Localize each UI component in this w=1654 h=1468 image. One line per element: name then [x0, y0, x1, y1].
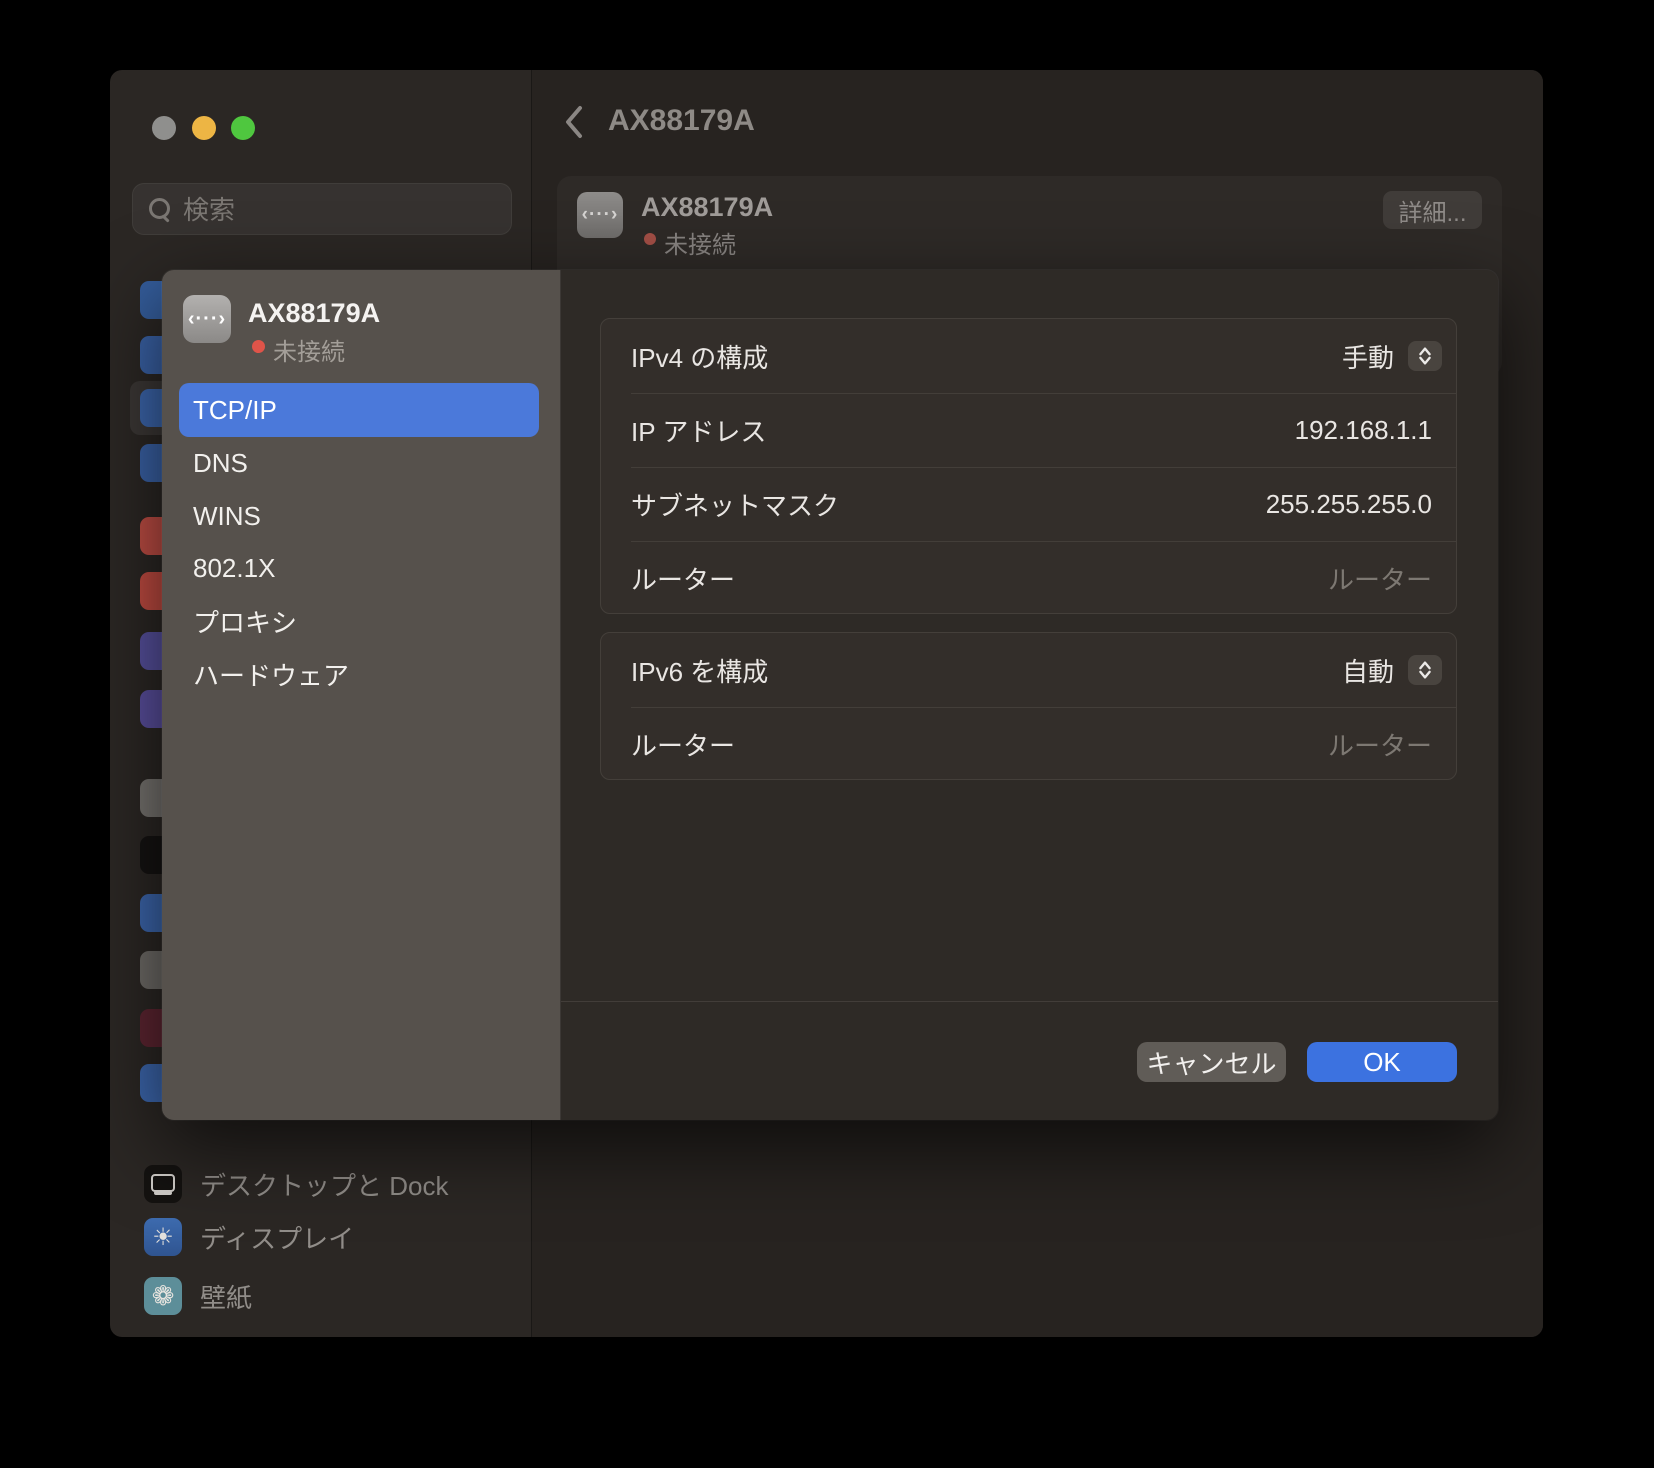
- ip-address-row: IP アドレス 192.168.1.1: [601, 393, 1456, 467]
- tab-dns[interactable]: DNS: [179, 436, 539, 490]
- ipv6-router-row: ルーター ルーター: [601, 707, 1456, 781]
- details-button[interactable]: 詳細...: [1383, 191, 1482, 229]
- display-sun-glyph: ☀: [144, 1218, 182, 1256]
- search-field[interactable]: [132, 183, 512, 235]
- wallpaper-icon: ❁: [144, 1277, 182, 1315]
- window-minimize-button[interactable]: [192, 116, 216, 140]
- sheet-panel-divider: [560, 270, 561, 1120]
- ipv4-router-field[interactable]: ルーター: [1328, 560, 1432, 597]
- cancel-button[interactable]: キャンセル: [1137, 1042, 1286, 1082]
- tab-hardware[interactable]: ハードウェア: [179, 647, 539, 701]
- search-input[interactable]: [181, 184, 505, 236]
- ipv4-config-row: IPv4 の構成 手動: [601, 319, 1456, 393]
- ipv6-router-label: ルーター: [631, 726, 735, 763]
- sheet-status-dot: [252, 340, 265, 353]
- subnet-mask-value[interactable]: 255.255.255.0: [1266, 489, 1432, 520]
- chevron-left-icon: [563, 104, 585, 140]
- tcpip-settings-sheet: ‹···› AX88179A 未接続 TCP/IP DNS WINS 802.1…: [162, 270, 1498, 1120]
- ip-address-label: IP アドレス: [631, 412, 766, 449]
- sidebar-item-display[interactable]: ディスプレイ: [200, 1218, 354, 1256]
- footer-divider: [561, 1001, 1498, 1002]
- ipv4-router-label: ルーター: [631, 560, 735, 597]
- window-zoom-button[interactable]: [231, 116, 255, 140]
- subnet-mask-label: サブネットマスク: [631, 486, 839, 523]
- ipv6-config-row: IPv6 を構成 自動: [601, 633, 1456, 707]
- page-title: AX88179A: [608, 104, 755, 138]
- ipv4-config-label: IPv4 の構成: [631, 338, 768, 375]
- back-button[interactable]: [554, 102, 594, 142]
- ipv6-config-value: 自動: [1342, 652, 1394, 689]
- wallpaper-flower-glyph: ❁: [144, 1277, 182, 1315]
- adapter-name: AX88179A: [641, 192, 773, 223]
- desktop-dock-bar: [154, 1191, 172, 1195]
- subnet-mask-row: サブネットマスク 255.255.255.0: [601, 467, 1456, 541]
- sheet-adapter-icon: ‹···›: [183, 295, 231, 343]
- system-settings-window: デスクトップと Dock ☀ ディスプレイ ❁ 壁紙 AX88179A ‹···…: [110, 70, 1543, 1337]
- ipv4-config-stepper[interactable]: [1408, 341, 1442, 371]
- tab-wins[interactable]: WINS: [179, 489, 539, 543]
- adapter-status: 未接続: [664, 225, 736, 260]
- stepper-chevrons-icon: [1414, 344, 1436, 368]
- tab-proxy[interactable]: プロキシ: [179, 594, 539, 648]
- stepper-chevrons-icon: [1414, 658, 1436, 682]
- tab-tcpip[interactable]: TCP/IP: [179, 383, 539, 437]
- ipv4-group: IPv4 の構成 手動 IP アドレス 192.168.1.1: [600, 318, 1457, 614]
- desktop-dock-glyph: [151, 1174, 175, 1192]
- ipv6-config-label: IPv6 を構成: [631, 652, 768, 689]
- search-icon-handle: [161, 214, 169, 222]
- sidebar-item-wallpaper[interactable]: 壁紙: [200, 1277, 252, 1315]
- ethernet-adapter-icon: ‹···›: [577, 192, 623, 238]
- tab-8021x[interactable]: 802.1X: [179, 541, 539, 595]
- ipv6-group: IPv6 を構成 自動 ルーター ルーター: [600, 632, 1457, 780]
- display-icon: ☀: [144, 1218, 182, 1256]
- screen: デスクトップと Dock ☀ ディスプレイ ❁ 壁紙 AX88179A ‹···…: [0, 0, 1654, 1468]
- ipv4-router-row: ルーター ルーター: [601, 541, 1456, 615]
- sheet-adapter-status: 未接続: [273, 332, 345, 367]
- ipv6-config-stepper[interactable]: [1408, 655, 1442, 685]
- ok-button[interactable]: OK: [1307, 1042, 1457, 1082]
- window-close-button[interactable]: [152, 116, 176, 140]
- ipv6-router-field[interactable]: ルーター: [1328, 726, 1432, 763]
- search-icon: [149, 198, 170, 219]
- ip-address-value[interactable]: 192.168.1.1: [1295, 415, 1432, 446]
- sidebar-item-desktop-dock[interactable]: デスクトップと Dock: [200, 1165, 448, 1203]
- sheet-adapter-name: AX88179A: [248, 298, 380, 329]
- status-dot: [644, 233, 656, 245]
- desktop-dock-icon: [144, 1165, 182, 1203]
- ipv4-config-value: 手動: [1342, 338, 1394, 375]
